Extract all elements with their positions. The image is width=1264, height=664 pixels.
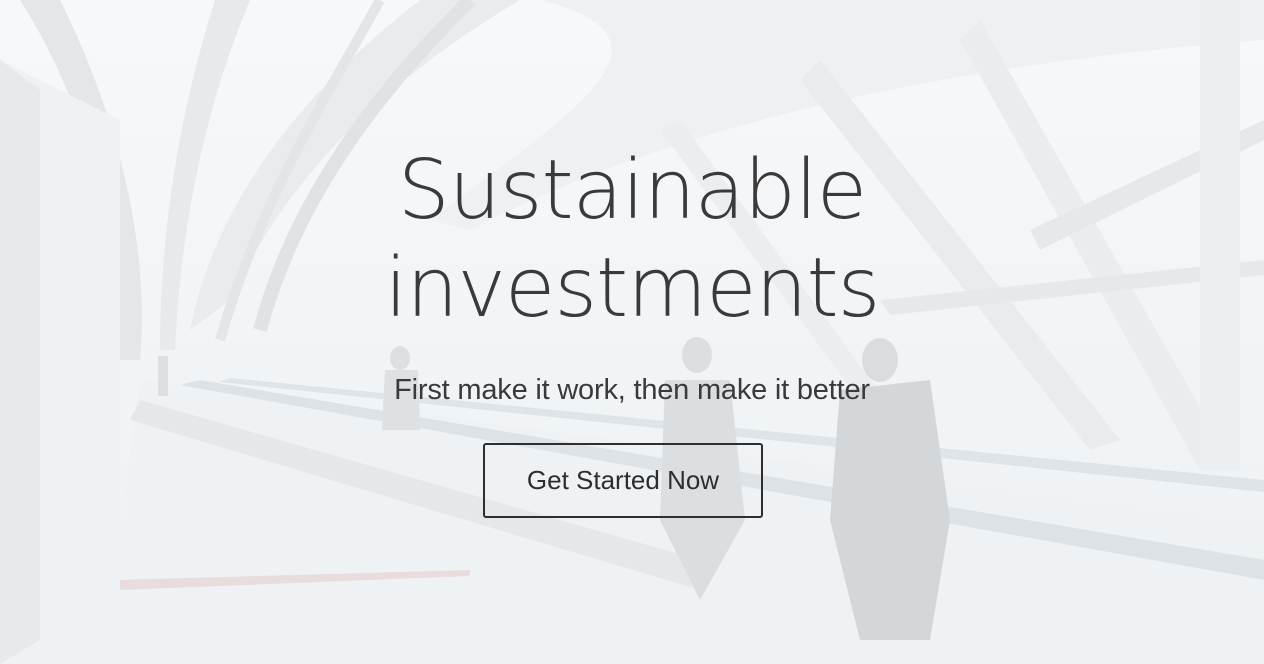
hero-title-line-1: Sustainable	[397, 143, 867, 238]
hero-section: Sustainable investments First make it wo…	[0, 0, 1264, 664]
get-started-button[interactable]: Get Started Now	[483, 443, 763, 518]
hero-subtitle: First make it work, then make it better	[394, 374, 870, 406]
hero-title-line-2: investments	[384, 241, 881, 336]
hero-title: Sustainable investments	[0, 142, 1264, 338]
